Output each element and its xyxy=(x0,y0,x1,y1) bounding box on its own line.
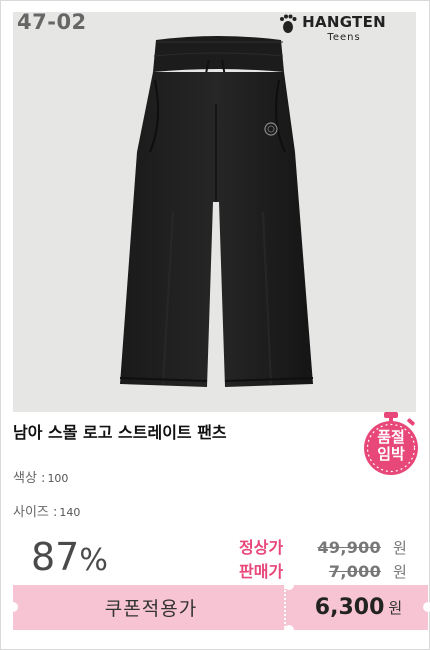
product-code: 47-02 xyxy=(17,12,87,34)
coupon-price-area[interactable]: 6,300 원 xyxy=(289,585,428,630)
brand-logo: HANGTEN Teens xyxy=(277,12,386,48)
color-value: 100 xyxy=(47,472,69,485)
coupon-currency: 원 xyxy=(388,599,403,617)
coupon-perforation xyxy=(284,587,286,628)
regular-price-unit: 원 xyxy=(393,539,407,557)
size-value: 140 xyxy=(59,506,81,519)
color-label: 색상 : xyxy=(13,471,46,486)
sale-price-label: 판매가 xyxy=(239,562,284,581)
sale-price-value: 7,000 xyxy=(328,562,381,581)
size-option: 사이즈 :140 xyxy=(13,501,80,520)
badge-line-1: 품절 xyxy=(377,428,405,446)
footprint-icon xyxy=(280,14,297,33)
badge-text: 품절 임박 xyxy=(362,429,420,463)
product-title[interactable]: 남아 스몰 로고 스트레이트 팬츠 xyxy=(13,419,227,443)
size-label: 사이즈 : xyxy=(13,505,58,520)
product-card[interactable]: 47-02 HANGTEN Teens 남아 스몰 로고 스트레이트 팬츠 품절… xyxy=(0,0,430,650)
discount-symbol: % xyxy=(79,543,108,578)
coupon-notch-top xyxy=(284,580,294,590)
sale-price-unit: 원 xyxy=(393,563,407,581)
coupon-notch-bottom xyxy=(284,625,294,635)
coupon-label: 쿠폰적용가 xyxy=(104,598,198,620)
regular-price-row: 정상가 49,900 원 xyxy=(239,534,407,558)
regular-price-value: 49,900 xyxy=(317,538,381,557)
pants-image xyxy=(119,36,314,387)
discount-number: 87 xyxy=(31,535,80,579)
brand-name: HANGTEN xyxy=(302,13,386,31)
discount-rate: 87% xyxy=(31,535,108,579)
brand-sub: Teens xyxy=(327,32,361,43)
color-option: 색상 :100 xyxy=(13,467,68,486)
regular-price-label: 정상가 xyxy=(239,538,284,557)
coupon-notch-left xyxy=(8,602,18,612)
badge-line-2: 임박 xyxy=(377,445,405,463)
coupon-label-area[interactable]: 쿠폰적용가 xyxy=(13,585,289,630)
product-image[interactable]: 47-02 HANGTEN Teens xyxy=(13,12,416,412)
soldout-soon-badge: 품절 임박 xyxy=(362,411,430,479)
coupon-notch-right xyxy=(423,602,430,612)
coupon-price: 6,300 xyxy=(314,595,385,620)
coupon-price-bar[interactable]: 쿠폰적용가 6,300 원 xyxy=(8,580,430,635)
sale-price-row: 판매가 7,000 원 xyxy=(239,558,407,582)
